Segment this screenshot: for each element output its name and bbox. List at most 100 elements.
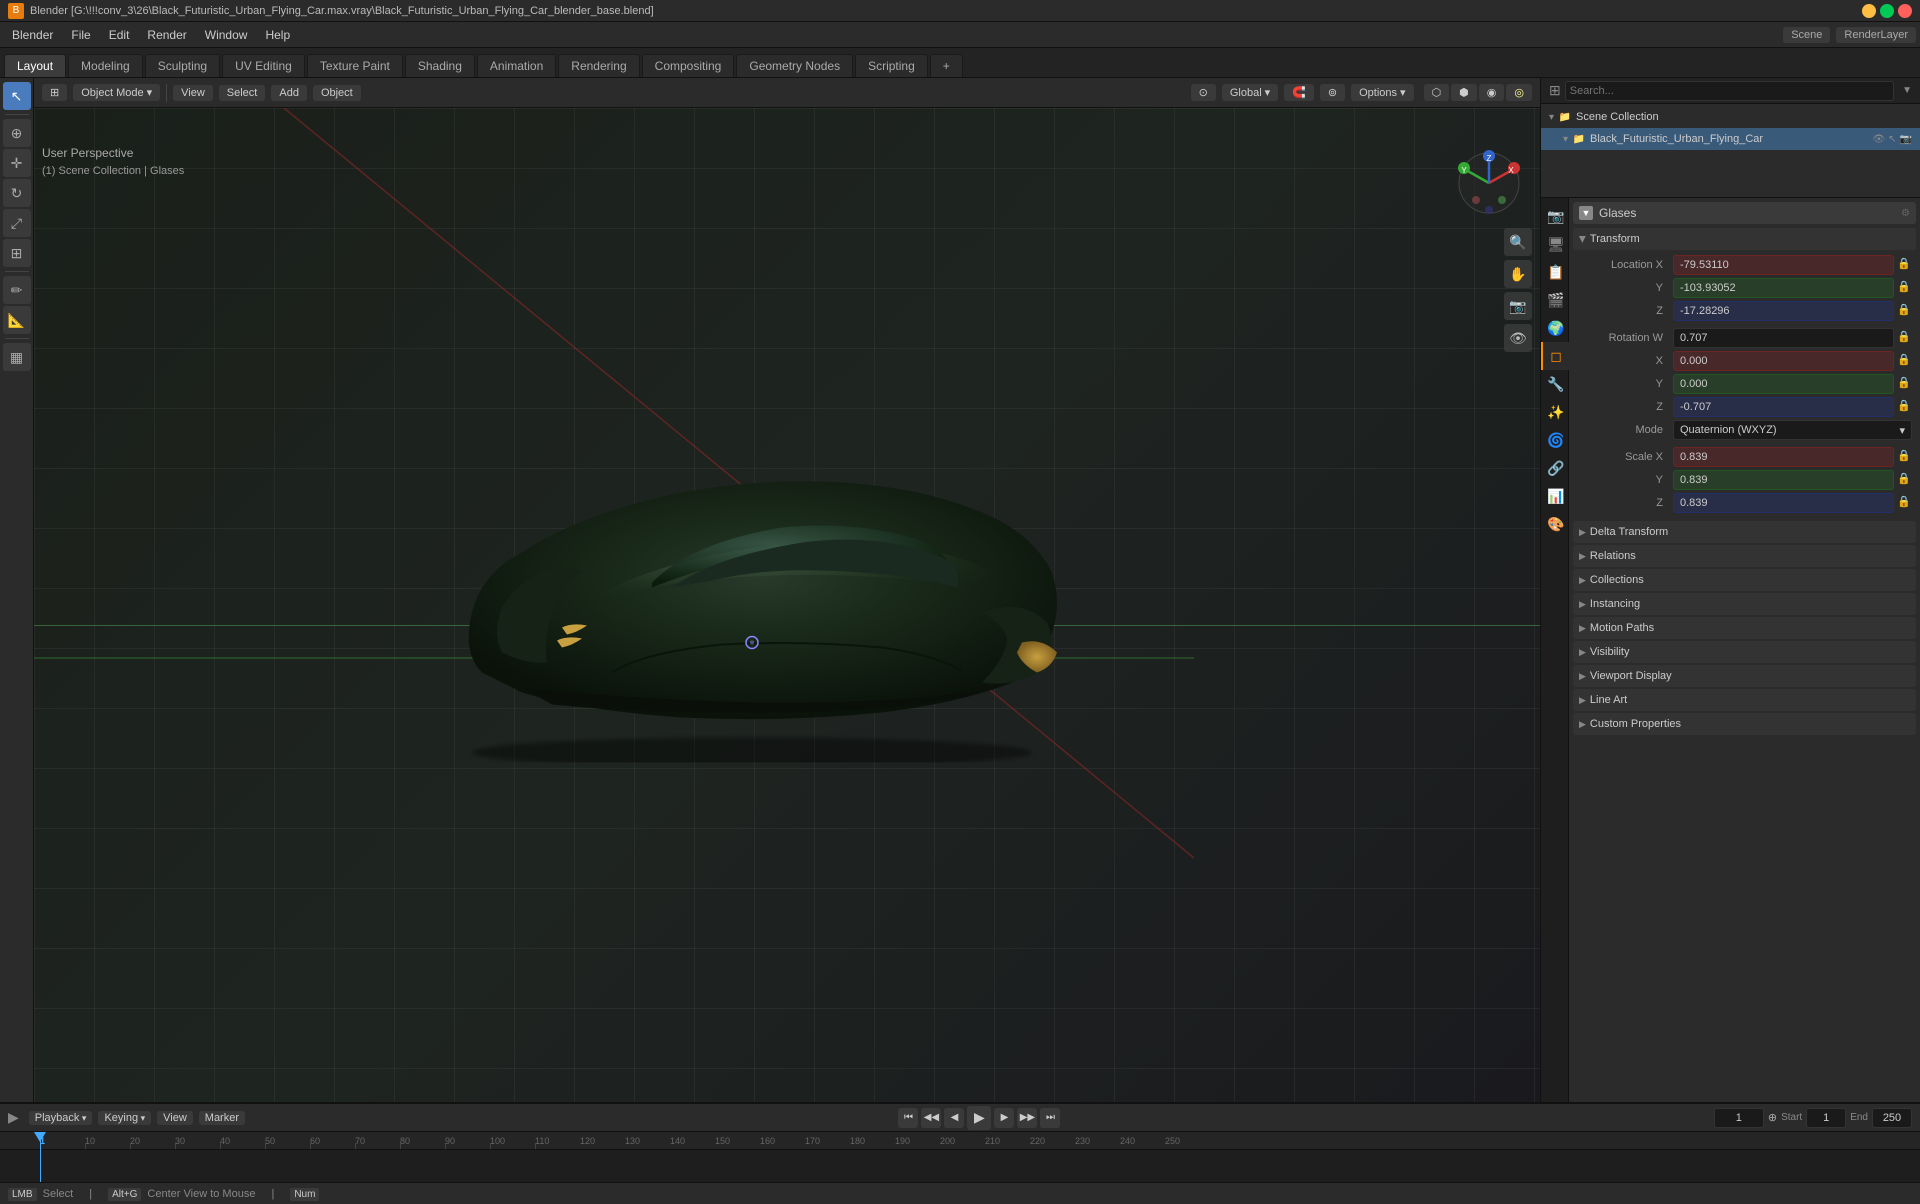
- rotation-w-field[interactable]: 0.707: [1673, 328, 1894, 348]
- play-button[interactable]: ▶: [967, 1106, 991, 1130]
- next-frame-button[interactable]: ▶: [994, 1108, 1014, 1128]
- tool-annotate[interactable]: ✏: [3, 276, 31, 304]
- pan-button[interactable]: ✋: [1504, 260, 1532, 288]
- gizmo-widget[interactable]: X Y Z: [1454, 148, 1524, 218]
- rotation-y-lock[interactable]: 🔒: [1896, 374, 1912, 390]
- visibility-button[interactable]: 👁: [1504, 324, 1532, 352]
- visibility-eye[interactable]: 👁: [1872, 134, 1885, 145]
- tool-scale[interactable]: ⤢: [3, 209, 31, 237]
- prop-tab-world[interactable]: 🌍: [1541, 314, 1569, 342]
- options-button[interactable]: Options ▾: [1351, 84, 1413, 101]
- tool-measure[interactable]: 📐: [3, 306, 31, 334]
- prop-tab-constraint[interactable]: 🔗: [1541, 454, 1569, 482]
- location-y-lock[interactable]: 🔒: [1896, 278, 1912, 294]
- tab-uv-editing[interactable]: UV Editing: [222, 54, 305, 77]
- transform-pivot[interactable]: ⊙: [1191, 84, 1216, 101]
- prop-tab-view-layer[interactable]: 📋: [1541, 258, 1569, 286]
- menu-render[interactable]: Render: [139, 26, 194, 44]
- tab-geometry-nodes[interactable]: Geometry Nodes: [736, 54, 853, 77]
- transform-orientation[interactable]: Global ▾: [1222, 84, 1278, 101]
- relations-header[interactable]: ▶ Relations: [1573, 545, 1916, 567]
- tool-move[interactable]: ✛: [3, 149, 31, 177]
- viewport-canvas[interactable]: User Perspective (1) Scene Collection | …: [34, 108, 1540, 1102]
- prop-tab-output[interactable]: 🖥: [1541, 230, 1569, 258]
- scale-z-field[interactable]: 0.839: [1673, 493, 1894, 513]
- location-z-field[interactable]: -17.28296: [1673, 301, 1894, 321]
- prop-tab-scene[interactable]: 🎬: [1541, 286, 1569, 314]
- rotation-x-field[interactable]: 0.000: [1673, 351, 1894, 371]
- tab-scripting[interactable]: Scripting: [855, 54, 928, 77]
- menu-file[interactable]: File: [63, 26, 98, 44]
- scale-x-lock[interactable]: 🔒: [1896, 447, 1912, 463]
- object-menu[interactable]: Object: [313, 85, 361, 101]
- tab-layout[interactable]: Layout: [4, 54, 66, 77]
- prop-tab-object[interactable]: ◻: [1541, 342, 1569, 370]
- view-menu[interactable]: View: [173, 85, 213, 101]
- current-frame-field[interactable]: 1: [1714, 1108, 1764, 1128]
- location-z-lock[interactable]: 🔒: [1896, 301, 1912, 317]
- outliner-car-object[interactable]: ▾ 📁 Black_Futuristic_Urban_Flying_Car 👁 …: [1541, 128, 1920, 150]
- prop-tab-modifier[interactable]: 🔧: [1541, 370, 1569, 398]
- prop-tab-particles[interactable]: ✨: [1541, 398, 1569, 426]
- tool-rotate[interactable]: ↻: [3, 179, 31, 207]
- maximize-button[interactable]: [1880, 4, 1894, 18]
- viewport-display-header[interactable]: ▶ Viewport Display: [1573, 665, 1916, 687]
- rotation-z-field[interactable]: -0.707: [1673, 397, 1894, 417]
- close-button[interactable]: [1898, 4, 1912, 18]
- tool-add[interactable]: ▦: [3, 343, 31, 371]
- tab-shading[interactable]: Shading: [405, 54, 475, 77]
- scale-z-lock[interactable]: 🔒: [1896, 493, 1912, 509]
- prop-tab-data[interactable]: 📊: [1541, 482, 1569, 510]
- tab-animation[interactable]: Animation: [477, 54, 556, 77]
- prev-frame-button[interactable]: ◀: [944, 1108, 964, 1128]
- add-menu[interactable]: Add: [271, 85, 307, 101]
- keying-dropdown[interactable]: Keying: [98, 1111, 151, 1125]
- jump-end-button[interactable]: ⏭: [1040, 1108, 1060, 1128]
- scale-y-lock[interactable]: 🔒: [1896, 470, 1912, 486]
- visibility-header[interactable]: ▶ Visibility: [1573, 641, 1916, 663]
- scale-x-field[interactable]: 0.839: [1673, 447, 1894, 467]
- render-layer-selector[interactable]: RenderLayer: [1836, 27, 1916, 43]
- object-name-display[interactable]: Glases: [1599, 206, 1895, 220]
- rendered-shading[interactable]: ◎: [1506, 84, 1532, 101]
- start-frame-field[interactable]: 1: [1806, 1108, 1846, 1128]
- zoom-in-button[interactable]: 🔍: [1504, 228, 1532, 256]
- prop-tab-physics[interactable]: 🌀: [1541, 426, 1569, 454]
- selectability-cursor[interactable]: ↖: [1888, 134, 1896, 145]
- end-frame-field[interactable]: 250: [1872, 1108, 1912, 1128]
- line-art-header[interactable]: ▶ Line Art: [1573, 689, 1916, 711]
- tab-add[interactable]: +: [930, 54, 963, 77]
- view-menu-tl[interactable]: View: [157, 1111, 193, 1125]
- viewport[interactable]: ⊞ Object Mode ▾ View Select Add Object ⊙…: [34, 78, 1540, 1102]
- rotation-x-lock[interactable]: 🔒: [1896, 351, 1912, 367]
- object-settings-icon[interactable]: ⚙: [1901, 208, 1910, 219]
- marker-menu-tl[interactable]: Marker: [199, 1111, 245, 1125]
- location-x-lock[interactable]: 🔒: [1896, 255, 1912, 271]
- object-mode-dropdown[interactable]: Object Mode ▾: [73, 84, 160, 101]
- next-keyframe-button[interactable]: ▶▶: [1017, 1108, 1037, 1128]
- menu-help[interactable]: Help: [257, 26, 298, 44]
- motion-paths-header[interactable]: ▶ Motion Paths: [1573, 617, 1916, 639]
- delta-transform-header[interactable]: ▶ Delta Transform: [1573, 521, 1916, 543]
- tab-texture-paint[interactable]: Texture Paint: [307, 54, 403, 77]
- menu-window[interactable]: Window: [197, 26, 256, 44]
- minimize-button[interactable]: [1862, 4, 1876, 18]
- material-shading[interactable]: ◉: [1479, 84, 1505, 101]
- tool-transform[interactable]: ⊞: [3, 239, 31, 267]
- jump-start-button[interactable]: ⏮: [898, 1108, 918, 1128]
- rotation-z-lock[interactable]: 🔒: [1896, 397, 1912, 413]
- outliner-search[interactable]: [1565, 81, 1894, 101]
- snap-toggle[interactable]: 🧲: [1284, 84, 1314, 101]
- instancing-header[interactable]: ▶ Instancing: [1573, 593, 1916, 615]
- tab-sculpting[interactable]: Sculpting: [145, 54, 220, 77]
- rotation-y-field[interactable]: 0.000: [1673, 374, 1894, 394]
- tool-select[interactable]: ↖: [3, 82, 31, 110]
- collections-header[interactable]: ▶ Collections: [1573, 569, 1916, 591]
- camera-button[interactable]: 📷: [1504, 292, 1532, 320]
- proportional-edit[interactable]: ⊚: [1320, 84, 1345, 101]
- transform-section-header[interactable]: ▶ Transform: [1573, 228, 1916, 250]
- tab-rendering[interactable]: Rendering: [558, 54, 639, 77]
- wireframe-shading[interactable]: ⬡: [1424, 84, 1450, 101]
- scene-selector[interactable]: Scene: [1783, 27, 1830, 43]
- rotation-w-lock[interactable]: 🔒: [1896, 328, 1912, 344]
